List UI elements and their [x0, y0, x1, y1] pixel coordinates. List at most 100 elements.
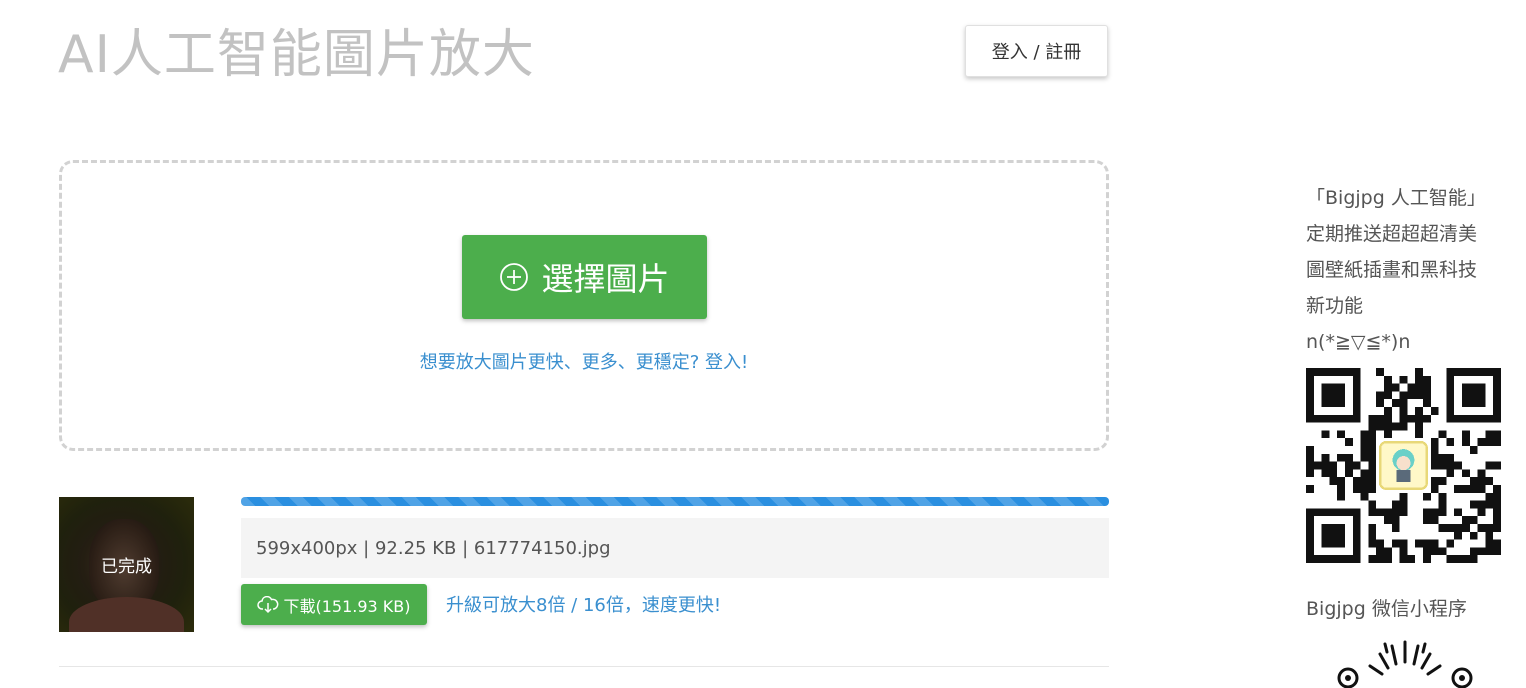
qr-module [1337, 430, 1345, 439]
qr-module [1352, 477, 1361, 485]
qr-module [1329, 461, 1338, 470]
qr-module [1306, 446, 1314, 454]
qr-module [1399, 422, 1408, 431]
qr-module [1485, 430, 1494, 439]
page: AI人工智能圖片放大 登入 / 註冊 選擇圖片 想要放大圖片更快、更多、更穩定?… [0, 0, 1526, 688]
sidebar-line: n(*≧▽≦*)n [1306, 331, 1411, 353]
finder-bottom-left [1306, 508, 1361, 563]
qr-module [1462, 469, 1470, 478]
qr-module [1384, 383, 1392, 392]
qr-module [1430, 547, 1439, 556]
qr-module [1423, 516, 1431, 524]
download-button[interactable]: 下載(151.93 KB) [241, 584, 427, 625]
qr-module [1430, 508, 1439, 517]
qr-module [1368, 500, 1377, 509]
qr-module [1423, 508, 1431, 517]
qr-module [1462, 524, 1470, 532]
qr-module [1391, 516, 1400, 524]
finder-top-right [1446, 368, 1501, 423]
qr-mascot-logo [1378, 440, 1429, 491]
qr-module [1446, 461, 1455, 470]
qr-module [1352, 461, 1361, 470]
status-overlay: 已完成 [59, 497, 194, 632]
qr-module [1360, 438, 1369, 446]
qr-module [1477, 524, 1486, 532]
qr-module [1376, 391, 1384, 400]
qr-module [1493, 547, 1501, 556]
qr-module [1329, 477, 1338, 485]
login-promo-link[interactable]: 想要放大圖片更快、更多、更穩定? 登入! [62, 348, 1106, 374]
qr-module [1438, 524, 1447, 532]
qr-module [1446, 524, 1455, 532]
qr-module [1469, 547, 1478, 556]
qr-module [1493, 461, 1501, 470]
login-register-button[interactable]: 登入 / 註冊 [965, 25, 1108, 77]
sidebar-line: 「Bigjpg 人工智能」 [1306, 187, 1486, 209]
qr-module [1454, 524, 1462, 532]
qr-module [1477, 485, 1486, 493]
qr-module [1430, 516, 1439, 524]
qr-module [1477, 438, 1486, 446]
qr-module [1430, 539, 1439, 548]
qr-module [1321, 461, 1330, 470]
image-thumbnail: 已完成 [59, 497, 194, 632]
mini-program-label: Bigjpg 微信小程序 [1306, 598, 1467, 620]
qr-module [1391, 524, 1400, 532]
qr-module [1399, 407, 1408, 415]
qr-module [1407, 414, 1416, 423]
select-image-button[interactable]: 選擇圖片 [462, 235, 707, 319]
upload-dropzone[interactable]: 選擇圖片 想要放大圖片更快、更多、更穩定? 登入! [59, 160, 1109, 451]
qr-module [1415, 422, 1423, 431]
finder-top-left [1306, 368, 1361, 423]
qr-module [1376, 422, 1384, 431]
qr-module [1438, 461, 1447, 470]
qr-module [1345, 453, 1353, 462]
qr-module [1321, 430, 1330, 439]
qr-module [1493, 485, 1501, 493]
qr-module [1337, 485, 1345, 493]
qr-module [1469, 477, 1478, 485]
qr-module [1360, 453, 1369, 462]
qr-module [1391, 399, 1400, 407]
qr-module [1321, 453, 1330, 462]
qr-module [1430, 446, 1439, 454]
qr-module [1415, 539, 1423, 548]
qr-module [1384, 391, 1392, 400]
qr-module [1423, 492, 1431, 501]
qr-module [1493, 539, 1501, 548]
qr-module [1469, 516, 1478, 524]
mini-program-code [1337, 640, 1473, 688]
qr-module [1438, 500, 1447, 509]
qr-module [1454, 461, 1462, 470]
qr-module [1384, 414, 1392, 423]
qr-module [1360, 430, 1369, 439]
qr-module [1306, 485, 1314, 493]
qr-module [1462, 555, 1470, 563]
qr-module [1446, 469, 1455, 478]
wechat-qr-code [1306, 368, 1501, 563]
qr-module [1493, 524, 1501, 532]
qr-module [1399, 547, 1408, 556]
qr-module [1345, 469, 1353, 478]
qr-module [1438, 477, 1447, 485]
qr-module [1462, 485, 1470, 493]
qr-module [1477, 508, 1486, 517]
qr-module [1368, 531, 1377, 540]
qr-module [1368, 469, 1377, 478]
qr-module [1368, 422, 1377, 431]
qr-module [1438, 453, 1447, 462]
qr-module [1368, 446, 1377, 454]
qr-module [1391, 508, 1400, 517]
progress-bar [241, 497, 1109, 506]
upgrade-link[interactable]: 升級可放大8倍 / 16倍，速度更快! [446, 591, 721, 617]
qr-module [1438, 492, 1447, 501]
qr-module [1430, 453, 1439, 462]
qr-module [1368, 508, 1377, 517]
qr-module [1384, 555, 1392, 563]
qr-module [1477, 500, 1486, 509]
qr-module [1469, 500, 1478, 509]
qr-module [1469, 531, 1478, 540]
qr-module [1415, 391, 1423, 400]
qr-module [1446, 438, 1455, 446]
qr-module [1446, 453, 1455, 462]
